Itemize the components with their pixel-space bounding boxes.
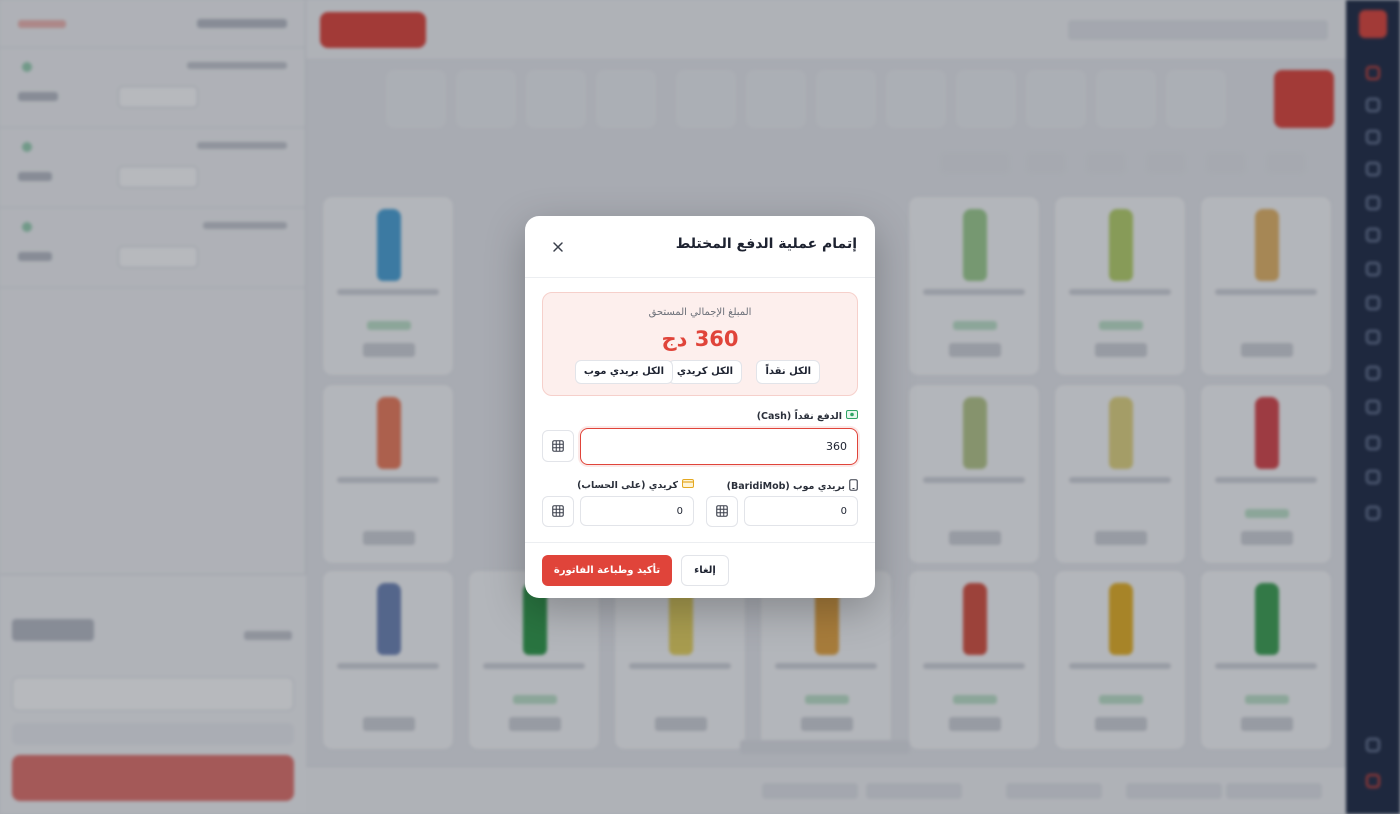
credit-amount-input[interactable] [580,496,694,526]
cash-label-text: الدفع نقداً (Cash) [756,410,842,422]
credit-calculator-button[interactable] [542,496,574,527]
baridimob-amount-input[interactable] [744,496,858,526]
credit-card-icon [682,479,694,491]
mobile-phone-icon [849,479,858,494]
baridimob-calculator-button[interactable] [706,496,738,527]
cash-calculator-button[interactable] [542,430,574,462]
calculator-icon [552,437,564,456]
confirm-print-button[interactable]: تأكيد وطباعة الفاتورة [542,555,672,586]
cash-icon [846,410,858,422]
cash-amount-input[interactable] [580,428,858,465]
credit-label-text: كريدي (على الحساب) [577,479,678,491]
credit-field-label: كريدي (على الحساب) [577,479,694,491]
amount-due-value: 360 دج [661,327,739,351]
all-baridimob-button[interactable]: الكل بريدي موب [574,360,673,384]
amount-due-card: المبلغ الإجمالي المستحق 360 دج الكل نقدا… [542,292,858,396]
cancel-button[interactable]: إلغاء [681,555,729,586]
dialog-header: إتمام عملية الدفع المختلط [525,216,875,278]
cash-field-label: الدفع نقداً (Cash) [757,410,858,422]
dialog-footer-divider [525,542,875,543]
mixed-payment-dialog: إتمام عملية الدفع المختلط المبلغ الإجمال… [525,216,875,598]
calculator-icon [716,502,728,521]
baridimob-field-label: بريدي موب (BaridiMob) [727,479,858,494]
dialog-title: إتمام عملية الدفع المختلط [675,236,857,252]
amount-due-label: المبلغ الإجمالي المستحق [648,307,752,318]
all-credit-button[interactable]: الكل كريدي [667,360,742,384]
calculator-icon [552,502,564,521]
close-icon[interactable] [549,238,567,256]
baridimob-label-text: بريدي موب (BaridiMob) [726,481,845,492]
all-cash-button[interactable]: الكل نقداً [756,360,820,384]
